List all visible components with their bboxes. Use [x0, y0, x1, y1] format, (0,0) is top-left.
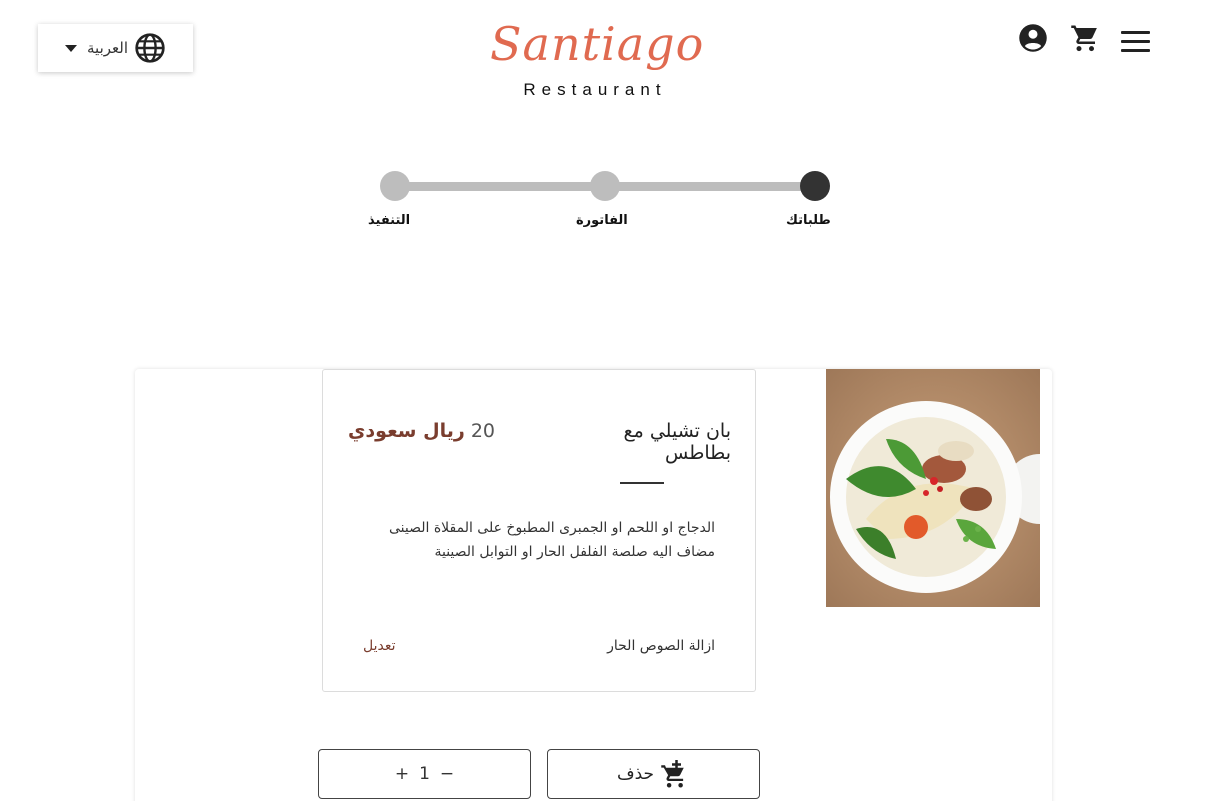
logo-subtitle: Restaurant [523, 80, 667, 99]
decrease-button[interactable]: − [440, 764, 454, 784]
menu-icon[interactable] [1121, 31, 1150, 53]
cart-icon[interactable] [1069, 23, 1101, 53]
language-selector[interactable]: العربية [38, 24, 193, 72]
account-icon[interactable] [1018, 23, 1048, 53]
delete-button[interactable]: حذف [547, 749, 760, 799]
caret-down-icon [65, 44, 77, 52]
language-label: العربية [87, 39, 128, 57]
step-label-invoice: الفاتورة [576, 213, 628, 228]
step-label-orders: طلباتك [786, 213, 831, 228]
step-label-execution: التنفيذ [368, 213, 411, 228]
item-detail-box: بان تشيلي مع بطاطس 20 ريال سعودي الدجاج … [322, 369, 756, 692]
item-price: 20 ريال سعودي [348, 420, 495, 442]
price-amount: 20 [470, 420, 496, 442]
item-name: بان تشيلي مع بطاطس [623, 420, 732, 464]
quantity-value: 1 [419, 764, 430, 784]
step-dot-invoice [590, 171, 620, 201]
cart-add-icon [661, 760, 684, 788]
price-currency: ريال سعودي [348, 420, 465, 442]
checkout-stepper: التنفيذ الفاتورة طلباتك [368, 171, 831, 241]
step-dot-execution [380, 171, 410, 201]
edit-link[interactable]: تعديل [363, 638, 396, 654]
delete-label: حذف [616, 764, 655, 784]
name-divider [620, 482, 664, 484]
logo-script: Santiago [490, 17, 705, 71]
globe-icon [135, 33, 165, 63]
item-extras: ازالة الصوص الحار [607, 638, 715, 654]
quantity-stepper[interactable]: + 1 − [318, 749, 531, 799]
food-image [826, 369, 1040, 607]
step-dot-orders [800, 171, 830, 201]
item-description: الدجاج او اللحم او الجمبرى المطبوخ على ا… [388, 520, 715, 560]
restaurant-logo[interactable]: Santiago Restaurant [490, 14, 705, 124]
increase-button[interactable]: + [395, 764, 409, 784]
